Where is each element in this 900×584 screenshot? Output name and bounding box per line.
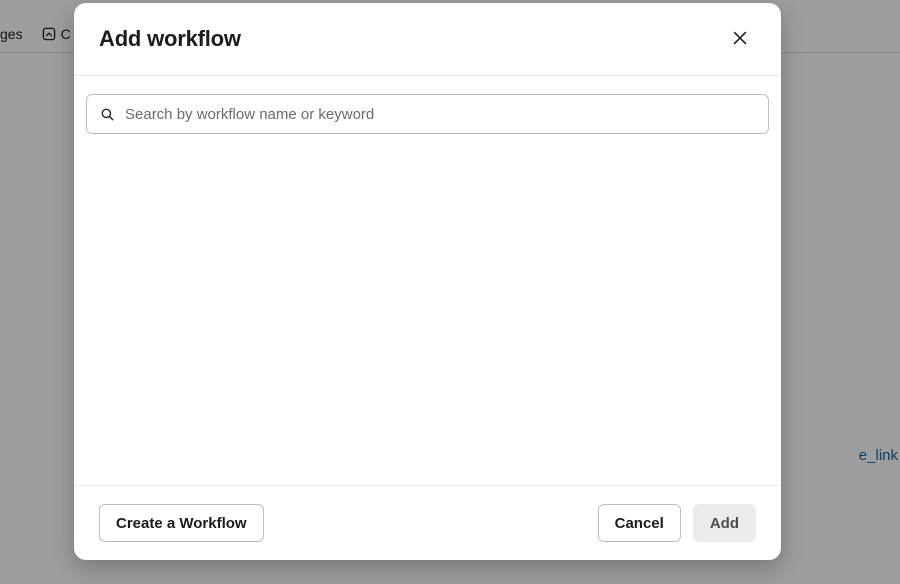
button-label: Add [710, 515, 739, 532]
footer-right-group: Cancel Add [598, 504, 756, 542]
button-label: Cancel [615, 515, 664, 532]
add-workflow-modal: Add workflow Create a Workflow [74, 3, 781, 560]
create-workflow-button[interactable]: Create a Workflow [99, 504, 264, 542]
cancel-button[interactable]: Cancel [598, 504, 681, 542]
search-input[interactable] [125, 95, 756, 133]
add-button[interactable]: Add [693, 504, 756, 542]
button-label: Create a Workflow [116, 515, 247, 532]
close-icon [731, 29, 749, 50]
modal-header: Add workflow [74, 3, 781, 75]
modal-footer: Create a Workflow Cancel Add [74, 485, 781, 560]
close-button[interactable] [724, 23, 756, 55]
modal-body [74, 76, 781, 485]
search-icon [99, 106, 115, 122]
modal-title: Add workflow [99, 26, 241, 52]
search-field-wrap[interactable] [86, 94, 769, 134]
